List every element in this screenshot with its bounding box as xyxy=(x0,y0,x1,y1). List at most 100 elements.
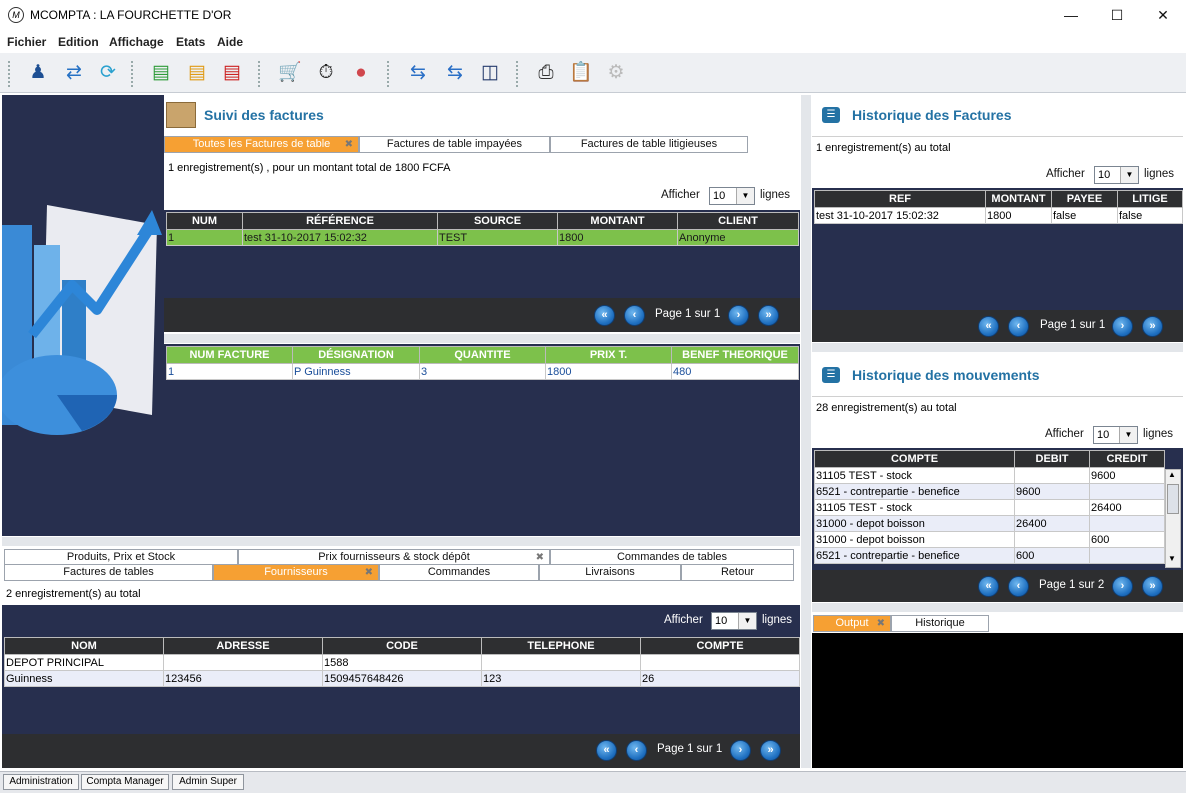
column-header[interactable]: BENEF THEORIQUE xyxy=(671,346,799,364)
piggy-bank-icon[interactable]: ● xyxy=(347,59,375,87)
minimize-button[interactable]: — xyxy=(1048,0,1094,31)
table-row[interactable]: DEPOT PRINCIPAL 1588 xyxy=(4,654,800,671)
table-row[interactable]: 6521 - contrepartie - benefice 600 xyxy=(814,547,1165,564)
table-row[interactable]: 31105 TEST - stock 9600 xyxy=(814,467,1165,484)
first-page-button[interactable]: « xyxy=(594,305,615,326)
status-tab-administration[interactable]: Administration xyxy=(3,774,79,790)
first-page-button[interactable]: « xyxy=(596,740,617,761)
scroll-up-icon[interactable]: ▲ xyxy=(1168,470,1176,479)
printer-icon[interactable]: ⎙ xyxy=(532,59,560,87)
green-invoice-icon[interactable]: ▤ xyxy=(147,59,175,87)
column-header[interactable]: ADRESSE xyxy=(163,637,323,655)
column-header[interactable]: NOM xyxy=(4,637,164,655)
tab-factures-impayees[interactable]: Factures de table impayées xyxy=(359,136,550,153)
vertical-scrollbar[interactable]: ▲ ▼ xyxy=(1165,469,1181,568)
menu-aide[interactable]: Aide xyxy=(217,35,243,49)
scroll-down-icon[interactable]: ▼ xyxy=(1168,554,1176,563)
column-header[interactable]: LITIGE xyxy=(1117,190,1183,208)
cash-icon[interactable]: ◫ xyxy=(476,59,504,87)
settings-icon[interactable]: ⚙ xyxy=(602,59,630,87)
table-row[interactable]: test 31-10-2017 15:02:32 1800 false fals… xyxy=(814,207,1183,224)
table-row[interactable]: 1 P Guinness 3 1800 480 xyxy=(166,363,799,380)
tab-fournisseurs[interactable]: Fournisseurs ✖ xyxy=(213,564,379,581)
close-window-button[interactable]: ✕ xyxy=(1140,0,1186,31)
cart-icon[interactable]: 🛒 xyxy=(276,59,304,87)
close-tab-icon[interactable]: ✖ xyxy=(345,137,353,152)
previous-page-button[interactable]: ‹ xyxy=(626,740,647,761)
column-header[interactable]: QUANTITE xyxy=(419,346,546,364)
validate-transfer-icon[interactable]: ⇆ xyxy=(441,59,469,87)
previous-page-button[interactable]: ‹ xyxy=(624,305,645,326)
table-row[interactable]: 1 test 31-10-2017 15:02:32 TEST 1800 Ano… xyxy=(166,229,799,246)
table-row[interactable]: 31105 TEST - stock 26400 xyxy=(814,499,1165,516)
column-header[interactable]: CLIENT xyxy=(677,212,799,230)
tab-commandes[interactable]: Commandes xyxy=(379,564,539,581)
column-header[interactable]: CREDIT xyxy=(1089,450,1165,468)
column-header[interactable]: TELEPHONE xyxy=(481,637,641,655)
stopwatch-icon[interactable]: ⏱ xyxy=(312,59,340,87)
next-page-button[interactable]: › xyxy=(728,305,749,326)
maximize-button[interactable]: ☐ xyxy=(1094,0,1140,31)
column-header[interactable]: COMPTE xyxy=(814,450,1015,468)
column-header[interactable]: MONTANT xyxy=(985,190,1052,208)
scrollbar-thumb[interactable] xyxy=(1167,484,1179,514)
last-page-button[interactable]: » xyxy=(760,740,781,761)
last-page-button[interactable]: » xyxy=(1142,576,1163,597)
close-tab-icon[interactable]: ✖ xyxy=(536,550,544,565)
clipboard-icon[interactable]: 📋 xyxy=(567,59,595,87)
next-page-button[interactable]: › xyxy=(1112,576,1133,597)
first-page-button[interactable]: « xyxy=(978,316,999,337)
tab-factures-litigieuses[interactable]: Factures de table litigieuses xyxy=(550,136,748,153)
output-console[interactable] xyxy=(812,633,1183,768)
tab-factures-tables[interactable]: Factures de tables xyxy=(4,564,213,581)
column-header[interactable]: MONTANT xyxy=(557,212,678,230)
menu-edition[interactable]: Edition xyxy=(58,35,99,49)
orange-invoice-icon[interactable]: ▤ xyxy=(183,59,211,87)
page-size-select[interactable]: 10 ▼ xyxy=(709,187,755,205)
table-row[interactable]: Guinness 123456 1509457648426 123 26 xyxy=(4,670,800,687)
column-header[interactable]: DEBIT xyxy=(1014,450,1090,468)
first-page-button[interactable]: « xyxy=(978,576,999,597)
tab-toutes-factures[interactable]: Toutes les Factures de table ✖ xyxy=(164,136,359,153)
menu-affichage[interactable]: Affichage xyxy=(109,35,164,49)
horizontal-splitter[interactable] xyxy=(2,537,800,546)
table-row[interactable]: 6521 - contrepartie - benefice 9600 xyxy=(814,483,1165,500)
page-size-select[interactable]: 10 ▼ xyxy=(1094,166,1139,184)
column-header[interactable]: PRIX T. xyxy=(545,346,672,364)
menu-etats[interactable]: Etats xyxy=(176,35,205,49)
column-header[interactable]: REF xyxy=(814,190,986,208)
last-page-button[interactable]: » xyxy=(1142,316,1163,337)
column-header[interactable]: NUM FACTURE xyxy=(166,346,293,364)
column-header[interactable]: PAYEE xyxy=(1051,190,1118,208)
transfer-icon[interactable]: ⇄ xyxy=(60,59,88,87)
close-tab-icon[interactable]: ✖ xyxy=(365,565,373,580)
add-transfer-icon[interactable]: ⇆ xyxy=(404,59,432,87)
refresh-icon[interactable]: ⟳ xyxy=(94,59,122,87)
vertical-splitter[interactable] xyxy=(801,95,811,768)
last-page-button[interactable]: » xyxy=(758,305,779,326)
previous-page-button[interactable]: ‹ xyxy=(1008,316,1029,337)
table-row[interactable]: 31000 - depot boisson 600 xyxy=(814,531,1165,548)
table-row[interactable]: 31000 - depot boisson 26400 xyxy=(814,515,1165,532)
next-page-button[interactable]: › xyxy=(1112,316,1133,337)
column-header[interactable]: RÉFÉRENCE xyxy=(242,212,438,230)
tab-retour[interactable]: Retour xyxy=(681,564,794,581)
tab-output[interactable]: Output ✖ xyxy=(813,615,891,632)
next-page-button[interactable]: › xyxy=(730,740,751,761)
column-header[interactable]: CODE xyxy=(322,637,482,655)
column-header[interactable]: COMPTE xyxy=(640,637,800,655)
horizontal-splitter[interactable] xyxy=(812,603,1183,612)
previous-page-button[interactable]: ‹ xyxy=(1008,576,1029,597)
column-header[interactable]: NUM xyxy=(166,212,243,230)
menu-fichier[interactable]: Fichier xyxy=(7,35,46,49)
page-size-select[interactable]: 10 ▼ xyxy=(711,612,757,630)
page-size-select[interactable]: 10 ▼ xyxy=(1093,426,1138,444)
tab-historique[interactable]: Historique xyxy=(891,615,989,632)
column-header[interactable]: DÉSIGNATION xyxy=(292,346,420,364)
users-icon[interactable]: ♟ xyxy=(24,59,52,87)
close-tab-icon[interactable]: ✖ xyxy=(877,616,885,631)
column-header[interactable]: SOURCE xyxy=(437,212,558,230)
horizontal-splitter[interactable] xyxy=(164,334,800,343)
horizontal-splitter[interactable] xyxy=(812,343,1183,352)
status-tab-compta-manager[interactable]: Compta Manager xyxy=(81,774,169,790)
